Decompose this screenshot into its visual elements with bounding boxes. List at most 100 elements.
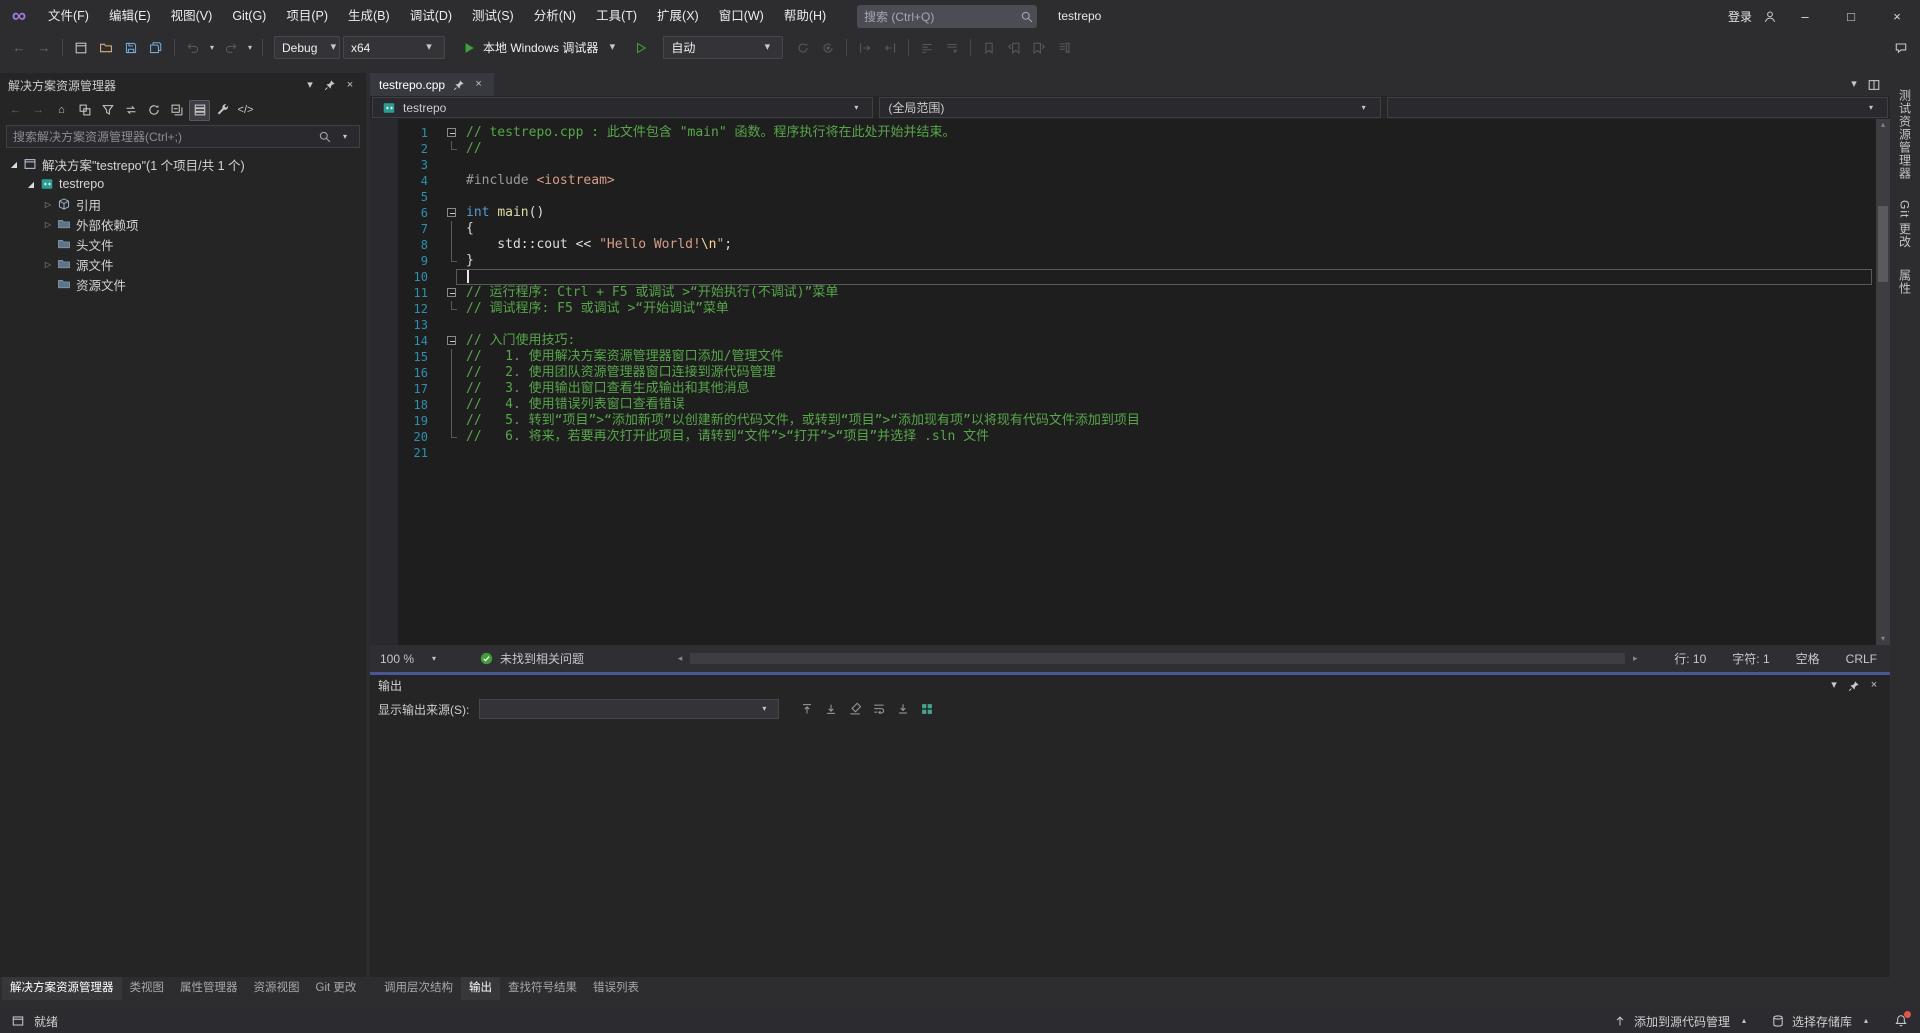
comment-icon[interactable] <box>916 37 938 59</box>
forward-button[interactable]: → <box>28 100 49 121</box>
member-dropdown[interactable]: ▾ <box>1387 97 1888 118</box>
code-line-5[interactable]: 5 <box>370 189 1876 205</box>
menu-analyze[interactable]: 分析(N) <box>524 0 586 33</box>
configuration-dropdown[interactable]: Debug▾ <box>274 36 340 59</box>
auto-hide-tab-git-changes[interactable]: Git 更改 <box>1897 200 1914 249</box>
document-tab-testrepo-cpp[interactable]: testrepo.cpp × <box>370 73 494 96</box>
tree-item-header-files[interactable]: 头文件 <box>0 234 366 254</box>
panel-tab-error-list[interactable]: 错误列表 <box>585 977 647 1000</box>
tree-item-source-files[interactable]: ▷源文件 <box>0 254 366 274</box>
menu-debug[interactable]: 调试(D) <box>400 0 462 33</box>
chevron-down-icon[interactable]: ▾ <box>1846 77 1862 93</box>
code-line-21[interactable]: 21 <box>370 445 1876 461</box>
tree-item-resource-files[interactable]: 资源文件 <box>0 274 366 294</box>
split-icon[interactable] <box>1866 77 1882 93</box>
platform-dropdown[interactable]: x64▾ <box>343 36 445 59</box>
code-line-13[interactable]: 13 <box>370 317 1876 333</box>
code-line-16[interactable]: 16// 2. 使用团队资源管理器窗口连接到源代码管理 <box>370 365 1876 381</box>
save-icon[interactable] <box>120 37 142 59</box>
fold-collapse-icon[interactable] <box>447 288 456 297</box>
fold-collapse-icon[interactable] <box>447 208 456 217</box>
scroll-right-icon[interactable]: ▸ <box>1627 651 1643 667</box>
hot-reload-icon[interactable] <box>792 37 814 59</box>
status-line-ending[interactable]: CRLF <box>1833 652 1890 666</box>
start-no-debug-icon[interactable] <box>630 37 652 59</box>
code-line-1[interactable]: 1// testrepo.cpp : 此文件包含 "main" 函数。程序执行将… <box>370 125 1876 141</box>
close-icon[interactable]: × <box>342 77 358 93</box>
fold-margin[interactable] <box>444 333 464 349</box>
tree-expanded-icon[interactable]: ◢ <box>23 180 39 189</box>
auto-hide-tab-test-explorer[interactable]: 测试资源管理器 <box>1897 89 1914 180</box>
project-dropdown[interactable]: testrepo ▾ <box>372 97 873 118</box>
preview-code-button[interactable]: </> <box>235 100 256 121</box>
next-message-icon[interactable] <box>823 701 839 717</box>
bookmark-list-icon[interactable] <box>1053 37 1075 59</box>
menu-extensions[interactable]: 扩展(X) <box>647 0 709 33</box>
prev-bookmark-icon[interactable] <box>1003 37 1025 59</box>
code-line-9[interactable]: 9} <box>370 253 1876 269</box>
panel-tab-find-symbol-results[interactable]: 查找符号结果 <box>500 977 585 1000</box>
panel-tab-property-manager[interactable]: 属性管理器 <box>172 977 246 1000</box>
code-editor[interactable]: 1// testrepo.cpp : 此文件包含 "main" 函数。程序执行将… <box>370 119 1890 645</box>
status-line[interactable]: 行: 10 <box>1661 650 1719 667</box>
menu-window[interactable]: 窗口(W) <box>709 0 774 33</box>
code-line-8[interactable]: 8 std::cout << "Hello World!\n"; <box>370 237 1876 253</box>
scroll-down-icon[interactable]: ▾ <box>1876 633 1890 645</box>
menu-git[interactable]: Git(G) <box>222 0 276 33</box>
indent-icon[interactable] <box>854 37 876 59</box>
pin-icon[interactable] <box>452 78 465 91</box>
panel-tab-output[interactable]: 输出 <box>461 977 500 1000</box>
code-line-6[interactable]: 6int main() <box>370 205 1876 221</box>
quick-search-input[interactable] <box>864 10 1019 24</box>
debug-target-dropdown[interactable]: 自动▾ <box>663 36 783 59</box>
menu-file[interactable]: 文件(F) <box>38 0 99 33</box>
fold-margin[interactable] <box>444 125 464 141</box>
open-log-icon[interactable] <box>919 701 935 717</box>
code-line-2[interactable]: 2// <box>370 141 1876 157</box>
auto-hide-tab-properties[interactable]: 属性 <box>1897 269 1914 295</box>
code-line-4[interactable]: 4#include <iostream> <box>370 173 1876 189</box>
close-icon[interactable]: × <box>472 78 485 91</box>
panel-tab-git-changes[interactable]: Git 更改 <box>308 977 365 1000</box>
scroll-up-icon[interactable]: ▴ <box>1876 119 1890 131</box>
next-bookmark-icon[interactable] <box>1028 37 1050 59</box>
tree-collapsed-icon[interactable]: ▷ <box>40 260 56 269</box>
properties-button[interactable] <box>212 100 233 121</box>
code-line-10[interactable]: 10 <box>370 269 1876 285</box>
save-all-icon[interactable] <box>145 37 167 59</box>
person-icon[interactable] <box>1762 9 1778 25</box>
outdent-icon[interactable] <box>879 37 901 59</box>
panel-tab-class-view[interactable]: 类视图 <box>122 977 173 1000</box>
code-line-11[interactable]: 11// 运行程序: Ctrl + F5 或调试 >“开始执行(不调试)”菜单 <box>370 285 1876 301</box>
editor-horizontal-scrollbar[interactable]: ◂ ▸ <box>672 651 1643 667</box>
show-all-files-button[interactable] <box>189 100 210 121</box>
fold-margin[interactable] <box>444 205 464 221</box>
scrollbar-thumb[interactable] <box>1878 206 1888 282</box>
bookmark-icon[interactable] <box>978 37 1000 59</box>
sync-button[interactable] <box>120 100 141 121</box>
tree-item-references[interactable]: ▷引用 <box>0 194 366 214</box>
back-icon[interactable]: ← <box>8 37 30 59</box>
start-debugging-button[interactable]: 本地 Windows 调试器 ▾ <box>454 36 627 59</box>
chevron-down-icon[interactable]: ▾ <box>337 129 353 145</box>
scroll-left-icon[interactable]: ◂ <box>672 651 688 667</box>
status-column[interactable]: 字符: 1 <box>1719 650 1782 667</box>
quick-search-box[interactable] <box>857 5 1037 28</box>
scope-dropdown[interactable]: (全局范围) ▾ <box>879 97 1380 118</box>
forward-icon[interactable]: → <box>33 37 55 59</box>
code-line-14[interactable]: 14// 入门使用技巧: <box>370 333 1876 349</box>
code-line-15[interactable]: 15// 1. 使用解决方案资源管理器窗口添加/管理文件 <box>370 349 1876 365</box>
zoom-dropdown[interactable]: 100 % ▾ <box>370 651 452 667</box>
menu-build[interactable]: 生成(B) <box>338 0 400 33</box>
output-content[interactable] <box>370 722 1890 977</box>
code-line-20[interactable]: 20// 6. 将来，若要再次打开此项目，请转到“文件”>“打开”>“项目”并选… <box>370 429 1876 445</box>
panel-tab-resource-view[interactable]: 资源视图 <box>246 977 308 1000</box>
home-button[interactable]: ⌂ <box>51 100 72 121</box>
code-line-3[interactable]: 3 <box>370 157 1876 173</box>
status-spaces[interactable]: 空格 <box>1783 650 1833 667</box>
refresh-button[interactable] <box>143 100 164 121</box>
add-to-source-control-button[interactable]: 添加到源代码管理 ▴ <box>1612 1013 1752 1030</box>
editor-vertical-scrollbar[interactable]: ▴ ▾ <box>1876 119 1890 645</box>
menu-help[interactable]: 帮助(H) <box>774 0 836 33</box>
notifications-bell-button[interactable] <box>1892 1012 1910 1030</box>
